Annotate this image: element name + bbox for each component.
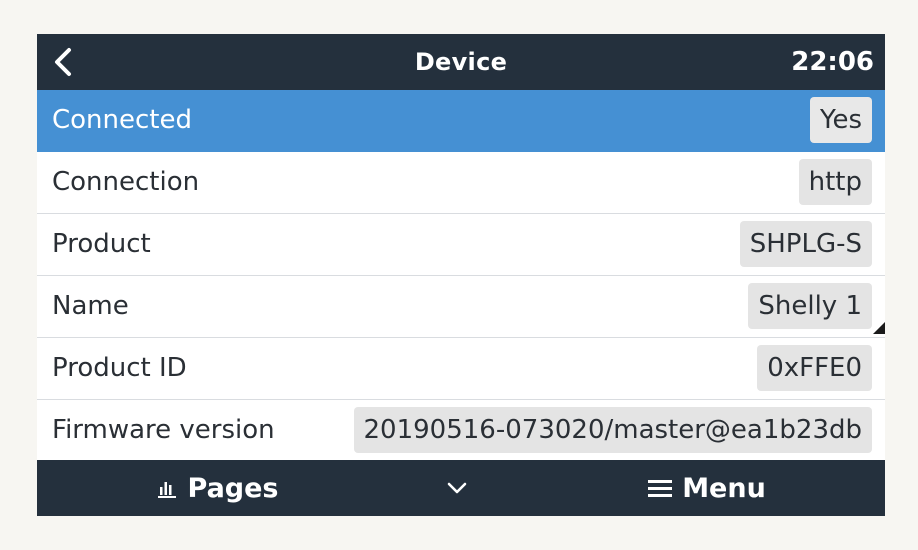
- row-label: Connected: [52, 105, 193, 135]
- row-value: 20190516-073020/master@ea1b23db: [353, 407, 872, 453]
- page-title: Device: [414, 48, 508, 76]
- row-value: 0xFFE0: [757, 345, 872, 391]
- editable-corner-icon: [873, 322, 885, 334]
- row-product[interactable]: Product SHPLG-S: [37, 214, 885, 276]
- chevron-down-icon: [447, 482, 467, 494]
- bar-chart-icon: [156, 477, 178, 499]
- bottom-bar: Pages Menu: [37, 460, 885, 516]
- row-label: Firmware version: [52, 415, 275, 445]
- row-connected[interactable]: Connected Yes: [37, 90, 885, 152]
- clock: 22:06: [791, 47, 874, 77]
- row-label: Name: [52, 291, 129, 321]
- pages-button[interactable]: Pages: [117, 460, 317, 516]
- row-value: SHPLG-S: [739, 221, 872, 267]
- row-connection[interactable]: Connection http: [37, 152, 885, 214]
- top-bar: Device 22:06: [37, 34, 885, 90]
- scroll-down-button[interactable]: [432, 460, 482, 516]
- name-field[interactable]: Shelly 1: [748, 283, 872, 329]
- row-product-id[interactable]: Product ID 0xFFE0: [37, 338, 885, 400]
- row-value: Yes: [810, 97, 872, 143]
- hamburger-icon: [648, 478, 673, 498]
- row-name[interactable]: Name Shelly 1: [37, 276, 885, 338]
- menu-button[interactable]: Menu: [607, 460, 807, 516]
- row-value: http: [798, 159, 872, 205]
- device-frame: Device 22:06 Connected Yes Connection ht…: [0, 0, 918, 550]
- settings-list: Connected Yes Connection http Product SH…: [37, 90, 885, 462]
- row-label: Product: [52, 229, 151, 259]
- row-firmware-version[interactable]: Firmware version 20190516-073020/master@…: [37, 400, 885, 462]
- row-label: Product ID: [52, 353, 187, 383]
- device-screen: Device 22:06 Connected Yes Connection ht…: [37, 34, 885, 516]
- menu-label: Menu: [682, 472, 766, 504]
- pages-label: Pages: [187, 472, 279, 504]
- row-label: Connection: [52, 167, 200, 197]
